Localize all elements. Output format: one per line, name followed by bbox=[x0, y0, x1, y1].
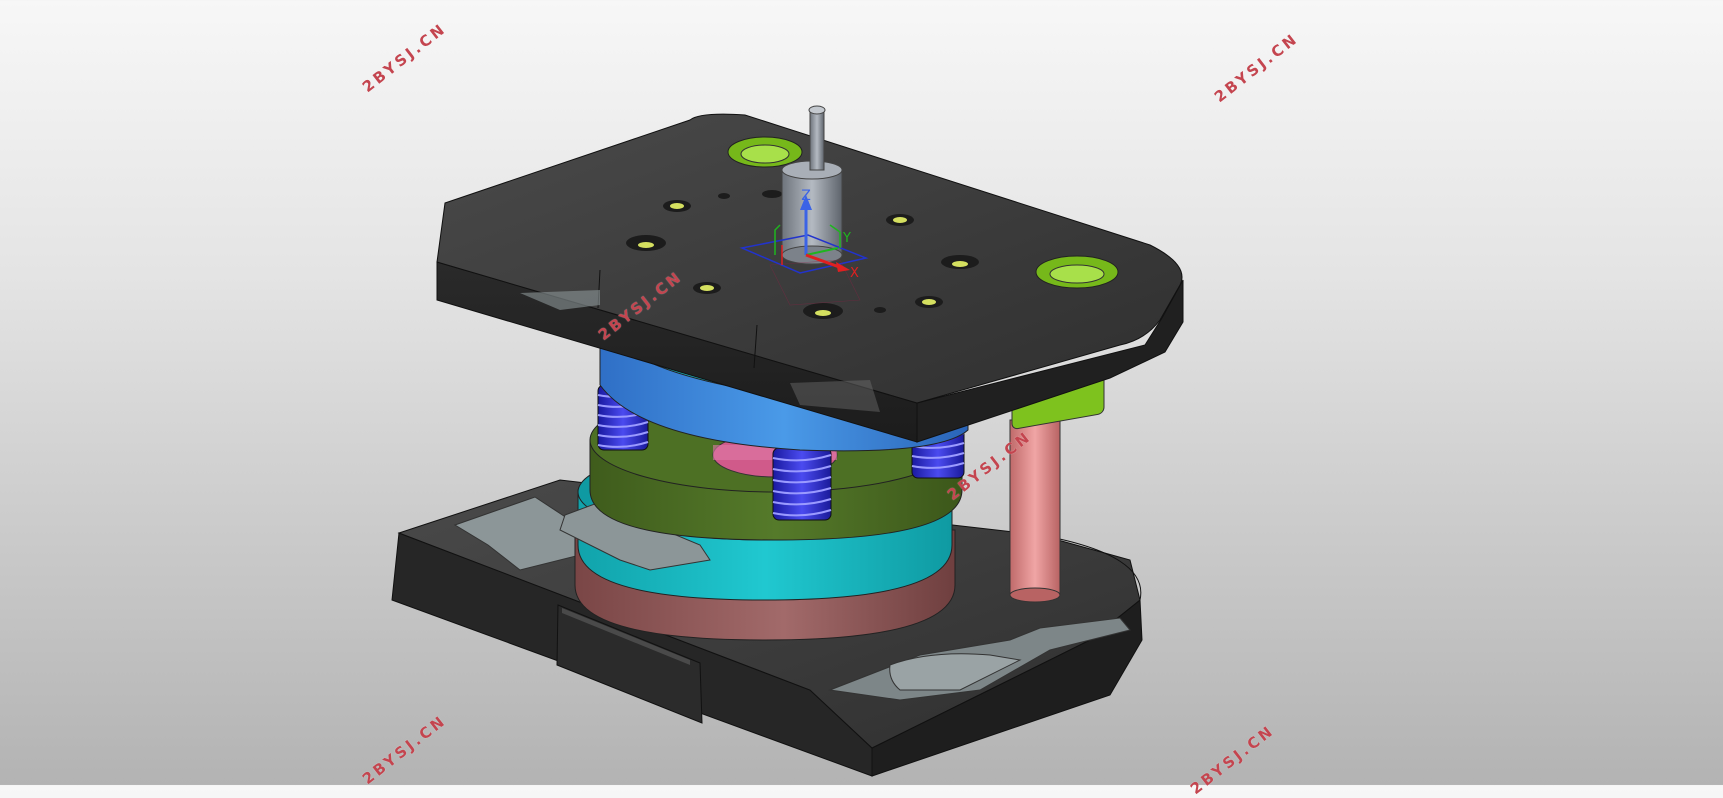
triad-z-label: Z bbox=[801, 188, 811, 204]
guide-bush-hole-left bbox=[727, 136, 803, 168]
die-assembly-model[interactable]: Z Y X bbox=[0, 0, 1723, 785]
guide-bush-hole-right bbox=[1035, 255, 1119, 289]
cad-3d-viewport[interactable]: Z Y X 2BYSJ.CN 2BYSJ.CN 2BYSJ.CN 2BYSJ.C… bbox=[0, 0, 1723, 798]
triad-y-label: Y bbox=[842, 231, 851, 246]
spring-middle bbox=[772, 447, 832, 521]
triad-x-label: X bbox=[850, 266, 859, 281]
